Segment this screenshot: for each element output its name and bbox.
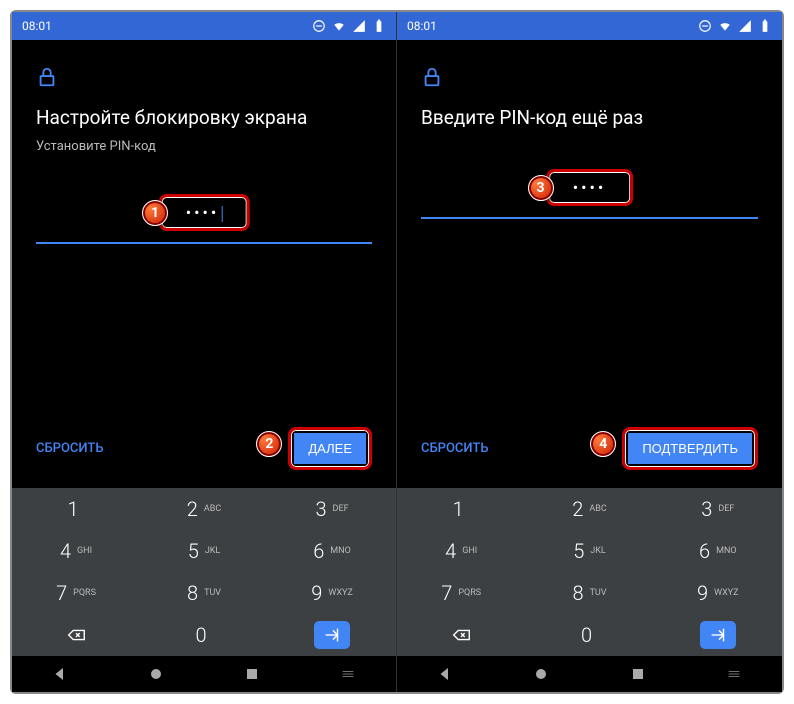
key-0[interactable]: 0 bbox=[140, 614, 268, 656]
step-badge-1: 1 bbox=[142, 200, 168, 226]
step-badge-4: 4 bbox=[590, 431, 616, 457]
key-7[interactable]: 7PQRS bbox=[397, 572, 525, 614]
key-9[interactable]: 9WXYZ bbox=[654, 572, 782, 614]
pin-input[interactable]: •••• bbox=[546, 169, 634, 206]
key-0[interactable]: 0 bbox=[525, 614, 653, 656]
lock-icon bbox=[36, 66, 58, 88]
key-1[interactable]: 1 bbox=[12, 488, 140, 530]
page-title: Настройте блокировку экрана bbox=[36, 106, 372, 129]
battery-icon bbox=[372, 19, 386, 33]
page-subtitle: Установите PIN-код bbox=[36, 139, 372, 154]
wifi-icon bbox=[718, 19, 732, 33]
key-6[interactable]: 6MNO bbox=[654, 530, 782, 572]
page-title: Введите PIN-код ещё раз bbox=[421, 106, 758, 129]
screen-setup-pin: 08:01 Настройте блокировку экрана Устано… bbox=[12, 12, 397, 692]
status-time: 08:01 bbox=[22, 19, 52, 33]
step-badge-2: 2 bbox=[256, 431, 282, 457]
key-enter[interactable] bbox=[654, 614, 782, 656]
key-backspace[interactable] bbox=[397, 614, 525, 656]
key-4[interactable]: 4GHI bbox=[12, 530, 140, 572]
key-3[interactable]: 3DEF bbox=[268, 488, 396, 530]
pin-input[interactable]: •••• bbox=[159, 194, 250, 231]
key-enter[interactable] bbox=[268, 614, 396, 656]
wifi-icon bbox=[332, 19, 346, 33]
dnd-icon bbox=[312, 19, 326, 33]
key-5[interactable]: 5JKL bbox=[525, 530, 653, 572]
key-8[interactable]: 8TUV bbox=[140, 572, 268, 614]
recent-icon[interactable] bbox=[630, 666, 646, 682]
key-2[interactable]: 2ABC bbox=[140, 488, 268, 530]
numeric-keypad: 12ABC3DEF 4GHI5JKL6MNO 7PQRS8TUV9WXYZ0 bbox=[397, 488, 782, 656]
status-bar: 08:01 bbox=[397, 12, 782, 40]
home-icon[interactable] bbox=[148, 666, 164, 682]
keyboard-icon[interactable] bbox=[726, 666, 742, 682]
status-time: 08:01 bbox=[407, 19, 437, 33]
key-2[interactable]: 2ABC bbox=[525, 488, 653, 530]
recent-icon[interactable] bbox=[244, 666, 260, 682]
lock-icon bbox=[421, 66, 443, 88]
key-8[interactable]: 8TUV bbox=[525, 572, 653, 614]
pin-input-area: •••• 3 bbox=[421, 169, 758, 229]
signal-icon bbox=[738, 19, 752, 33]
key-9[interactable]: 9WXYZ bbox=[268, 572, 396, 614]
step-badge-3: 3 bbox=[528, 175, 554, 201]
reset-link[interactable]: СБРОСИТЬ bbox=[36, 441, 104, 456]
key-backspace[interactable] bbox=[12, 614, 140, 656]
home-icon[interactable] bbox=[533, 666, 549, 682]
android-navbar bbox=[12, 656, 396, 692]
signal-icon bbox=[352, 19, 366, 33]
key-4[interactable]: 4GHI bbox=[397, 530, 525, 572]
key-7[interactable]: 7PQRS bbox=[12, 572, 140, 614]
back-icon[interactable] bbox=[437, 666, 453, 682]
battery-icon bbox=[758, 19, 772, 33]
reset-link[interactable]: СБРОСИТЬ bbox=[421, 441, 489, 456]
status-bar: 08:01 bbox=[12, 12, 396, 40]
screen-confirm-pin: 08:01 Введите PIN-код ещё раз •••• 3 СБР… bbox=[397, 12, 782, 692]
key-6[interactable]: 6MNO bbox=[268, 530, 396, 572]
back-icon[interactable] bbox=[52, 666, 68, 682]
android-navbar bbox=[397, 656, 782, 692]
confirm-button[interactable]: ПОДТВЕРДИТЬ bbox=[628, 433, 752, 464]
key-1[interactable]: 1 bbox=[397, 488, 525, 530]
key-3[interactable]: 3DEF bbox=[654, 488, 782, 530]
numeric-keypad: 12ABC3DEF 4GHI5JKL6MNO 7PQRS8TUV9WXYZ0 bbox=[12, 488, 396, 656]
next-button[interactable]: ДАЛЕЕ bbox=[294, 433, 366, 464]
key-5[interactable]: 5JKL bbox=[140, 530, 268, 572]
keyboard-icon[interactable] bbox=[340, 666, 356, 682]
dnd-icon bbox=[698, 19, 712, 33]
pin-input-area: •••• 1 bbox=[36, 194, 372, 254]
